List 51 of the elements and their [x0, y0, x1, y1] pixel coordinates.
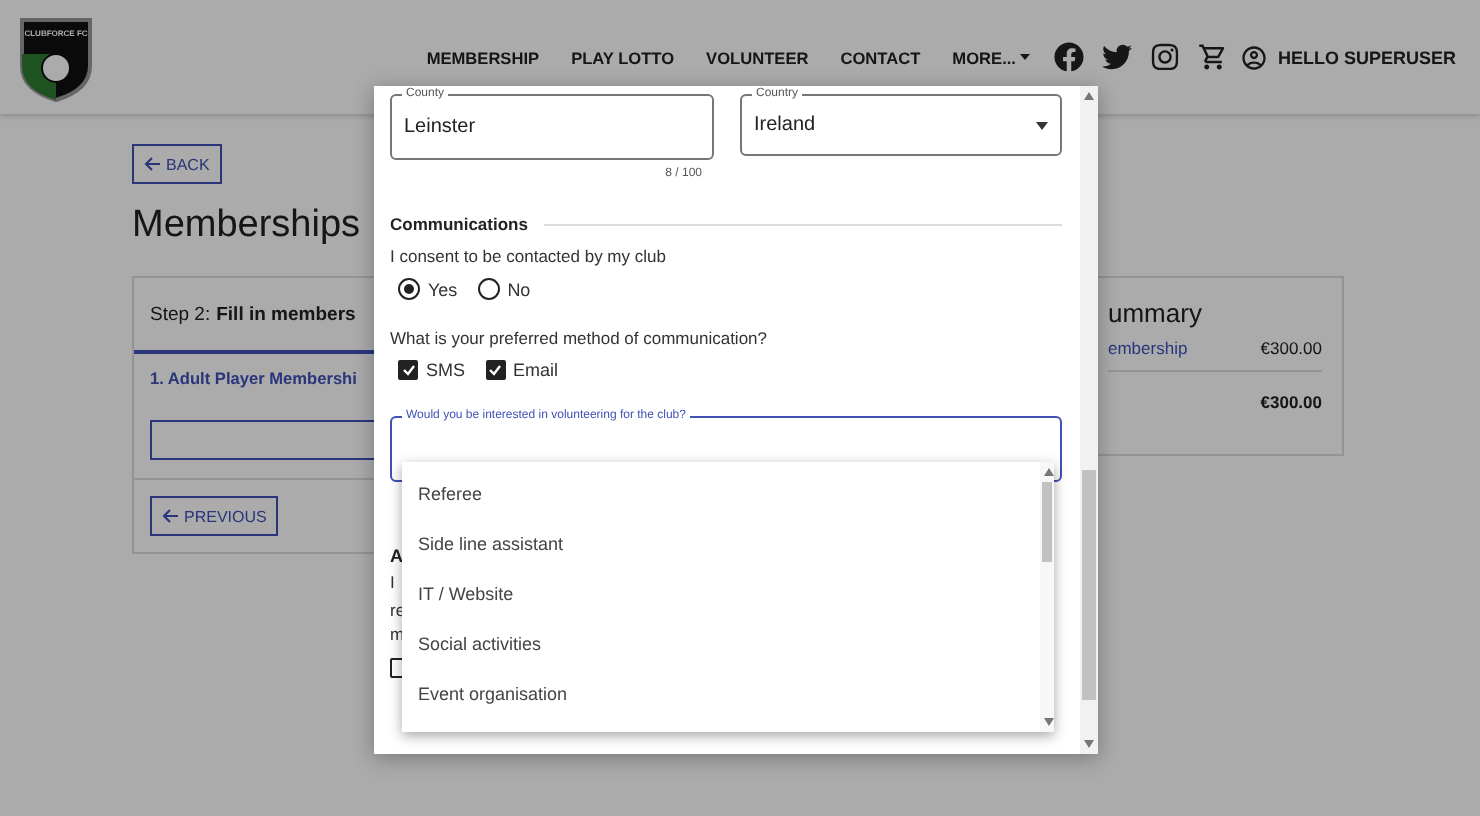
twitter-icon[interactable] [1101, 42, 1132, 72]
scroll-up-icon[interactable] [1044, 468, 1054, 476]
checkbox[interactable] [485, 360, 506, 380]
arrow-left-icon [144, 156, 162, 172]
step-number: Step 2: [150, 303, 211, 325]
section-heading: A [390, 546, 403, 566]
facebook-icon[interactable] [1053, 42, 1084, 72]
caret-icon [1019, 54, 1030, 60]
scroll-up-icon[interactable] [1084, 92, 1094, 100]
club-crest-icon [16, 13, 96, 101]
radio-option[interactable]: Yes [398, 278, 458, 300]
nav-dropdown[interactable]: MORE... [952, 47, 1030, 67]
menu-option[interactable]: Side line assistant [402, 518, 1040, 569]
membership-item[interactable]: 1. Adult Player Membershi [134, 354, 373, 402]
arrow-left-icon [162, 508, 180, 524]
scrollbar-thumb[interactable] [1042, 482, 1052, 562]
question-text: What is your preferred method of communication? [390, 328, 770, 348]
scroll-down-icon[interactable] [1044, 718, 1054, 726]
scroll-down-icon[interactable] [1084, 740, 1094, 748]
checkbox[interactable] [398, 360, 418, 380]
radio-button[interactable] [398, 278, 420, 300]
summary-amount: €300.00 [1260, 338, 1322, 358]
checkbox-option[interactable]: Email [485, 360, 559, 380]
caret-icon [1036, 121, 1048, 129]
question-text: I consent to be contacted by my club [390, 246, 668, 266]
menu-option[interactable]: IT / Website [402, 568, 1040, 620]
back-button[interactable]: BACK [132, 144, 222, 184]
previous-button[interactable]: PREVIOUS [150, 496, 279, 536]
menu-option[interactable]: Social activities [402, 619, 1040, 670]
paragraph-text: I [390, 570, 395, 596]
field-value: Leinster [404, 116, 476, 138]
scrollbar-thumb[interactable] [1082, 470, 1096, 700]
page-title: Memberships [132, 204, 361, 248]
cart-icon[interactable] [1197, 42, 1228, 72]
nav-link[interactable]: VOLUNTEER [706, 47, 809, 67]
nav-link[interactable]: MEMBERSHIP [426, 47, 540, 67]
section-heading: Communications [390, 214, 528, 234]
nav-link[interactable]: PLAY LOTTO [571, 47, 675, 67]
checkbox-option[interactable]: SMS [398, 360, 466, 380]
field-value: Ireland [754, 114, 816, 136]
radio-button[interactable] [477, 278, 500, 300]
radio-option[interactable]: No [477, 278, 531, 300]
summary-item: embership [1108, 338, 1188, 358]
summary-title: ummary [1108, 298, 1204, 328]
user-menu[interactable]: HELLO SUPERUSER [1239, 43, 1456, 71]
instagram-icon[interactable] [1149, 42, 1180, 72]
summary-total: €300.00 [1260, 392, 1322, 412]
menu-option[interactable]: Event organisation [402, 669, 1040, 720]
nav-link[interactable]: CONTACT [840, 47, 921, 67]
user-icon [1239, 43, 1268, 71]
step-title: Fill in members [216, 303, 356, 325]
